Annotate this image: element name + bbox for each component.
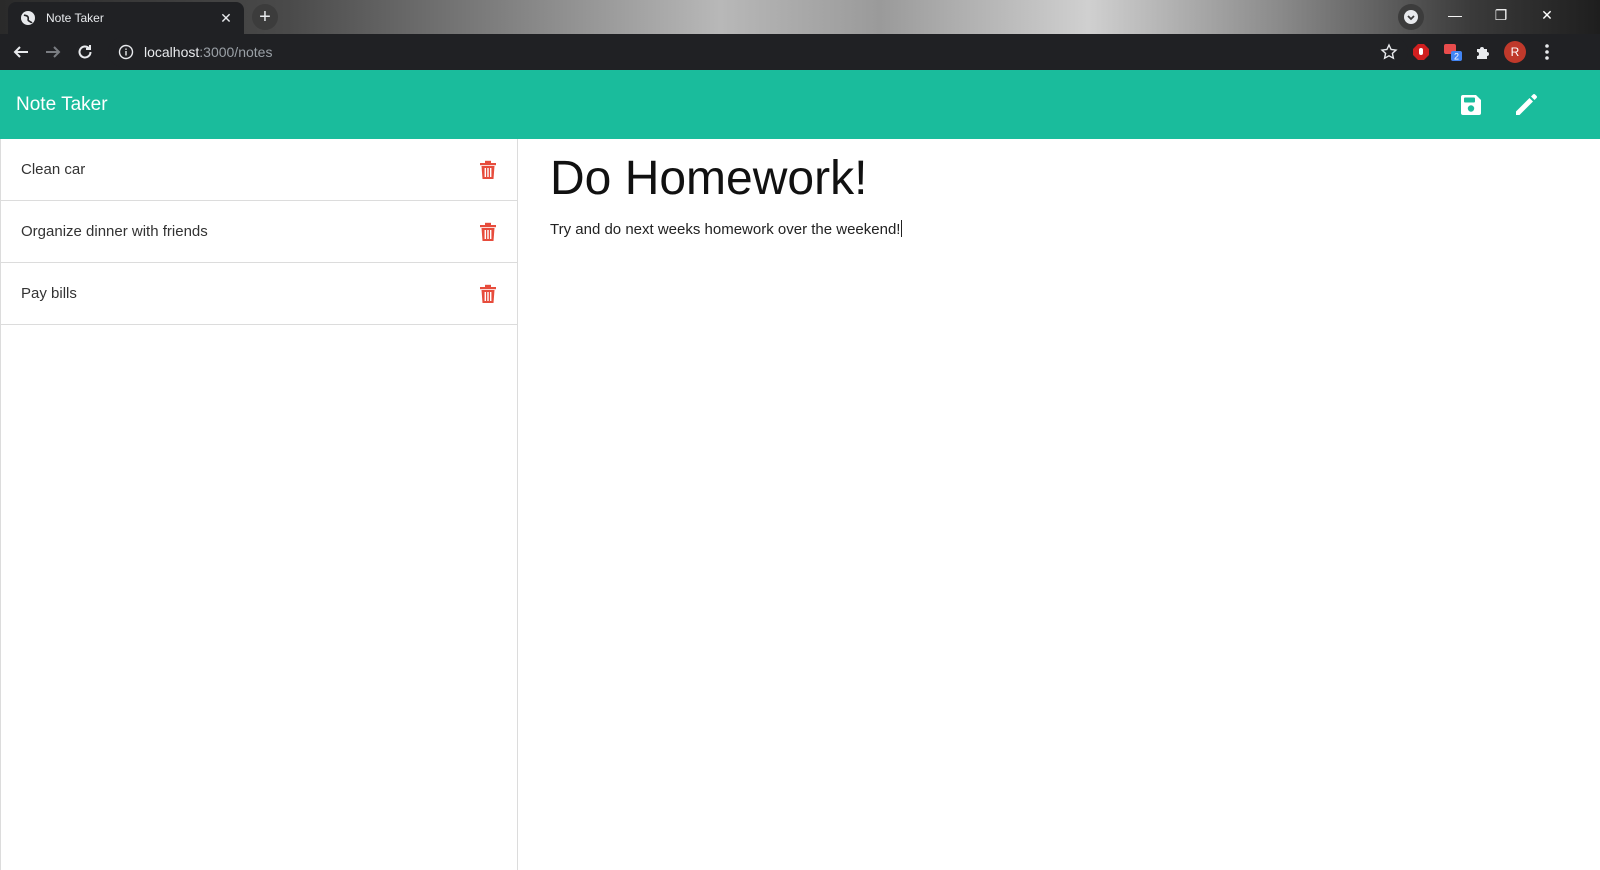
- trash-icon[interactable]: [479, 284, 497, 304]
- puzzle-extensions-icon[interactable]: [1472, 41, 1494, 63]
- site-info-icon[interactable]: [118, 44, 134, 60]
- note-editor: Do Homework! Try and do next weeks homew…: [550, 139, 1580, 870]
- notes-list: Clean car Organize dinner with friends P…: [0, 139, 518, 870]
- list-item[interactable]: Clean car: [1, 139, 517, 201]
- note-title-input[interactable]: Do Homework!: [550, 152, 1580, 206]
- reload-icon: [78, 45, 92, 59]
- note-textarea[interactable]: Try and do next weeks homework over the …: [550, 219, 1580, 238]
- tab-search-button[interactable]: [1398, 4, 1424, 30]
- extension-badge-icon[interactable]: 2: [1442, 41, 1464, 63]
- trash-icon[interactable]: [479, 160, 497, 180]
- globe-icon: [20, 10, 36, 26]
- url-path: :3000/notes: [199, 44, 273, 60]
- note-text: Try and do next weeks homework over the …: [550, 220, 901, 238]
- browser-tab[interactable]: Note Taker ✕: [8, 2, 244, 34]
- text-caret: [901, 219, 903, 237]
- list-item[interactable]: Pay bills: [1, 263, 517, 325]
- url-host: localhost: [144, 44, 200, 60]
- browser-tabstrip: Note Taker ✕ + — ❐ ✕: [0, 0, 1600, 34]
- tab-title: Note Taker: [46, 11, 104, 25]
- trash-icon[interactable]: [479, 222, 497, 242]
- minimize-window-icon[interactable]: —: [1432, 0, 1478, 30]
- restore-window-icon[interactable]: ❐: [1478, 0, 1524, 30]
- kebab-menu-icon[interactable]: [1536, 41, 1558, 63]
- new-tab-button[interactable]: +: [252, 4, 278, 30]
- note-title[interactable]: Clean car: [21, 161, 85, 178]
- note-title[interactable]: Organize dinner with friends: [21, 223, 208, 240]
- svg-text:2: 2: [1454, 52, 1459, 62]
- app-brand[interactable]: Note Taker: [16, 94, 108, 116]
- list-item[interactable]: Organize dinner with friends: [1, 201, 517, 263]
- browser-toolbar: localhost:3000/notes 2 R: [0, 34, 1600, 70]
- back-arrow-icon: [13, 46, 28, 58]
- app-header: Note Taker: [0, 70, 1600, 139]
- close-window-icon[interactable]: ✕: [1524, 0, 1570, 30]
- extension-adblock-icon[interactable]: [1410, 41, 1432, 63]
- chevron-down-icon: [1404, 10, 1418, 24]
- profile-avatar[interactable]: R: [1504, 41, 1526, 63]
- forward-arrow-icon: [46, 46, 61, 58]
- note-title[interactable]: Pay bills: [21, 285, 77, 302]
- bookmark-star-icon[interactable]: [1380, 43, 1398, 61]
- reload-button[interactable]: [70, 37, 100, 67]
- close-tab-icon[interactable]: ✕: [218, 10, 234, 27]
- forward-button[interactable]: [38, 37, 68, 67]
- pencil-icon[interactable]: [1512, 91, 1540, 119]
- address-bar[interactable]: localhost:3000/notes: [108, 37, 1408, 67]
- save-icon[interactable]: [1457, 91, 1485, 119]
- back-button[interactable]: [6, 37, 36, 67]
